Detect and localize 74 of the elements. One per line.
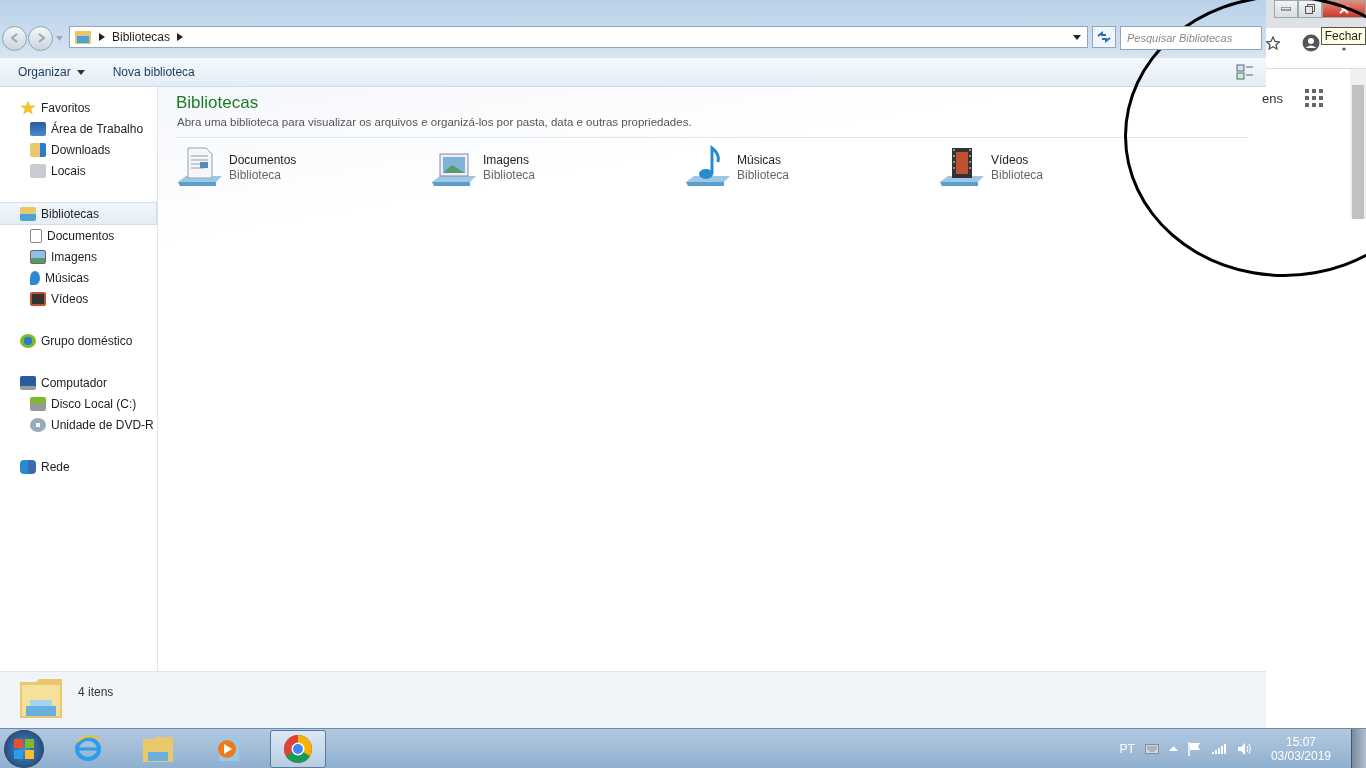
breadcrumb-arrow-icon[interactable]	[99, 33, 105, 41]
nav-item[interactable]: Vídeos	[0, 288, 157, 309]
restore-button[interactable]	[1298, 0, 1322, 18]
refresh-button[interactable]	[1092, 26, 1116, 48]
back-button[interactable]	[2, 25, 27, 51]
show-desktop-button[interactable]	[1351, 729, 1366, 768]
organize-menu-button[interactable]: Organizar	[8, 62, 95, 82]
nav-item[interactable]: Favoritos	[0, 97, 157, 118]
new-library-button[interactable]: Nova biblioteca	[102, 62, 205, 82]
library-item[interactable]: Documentos Biblioteca	[176, 144, 430, 192]
library-type: Biblioteca	[991, 168, 1044, 182]
library-name: Imagens	[483, 153, 531, 167]
bookmark-star-icon[interactable]	[1266, 36, 1280, 50]
video-icon	[30, 291, 46, 306]
library-name: Vídeos	[991, 153, 1030, 167]
flag-icon[interactable]	[1187, 741, 1202, 756]
nav-item[interactable]: Computador	[0, 372, 157, 393]
nav-item[interactable]: Documentos	[0, 225, 157, 246]
page-title: Bibliotecas	[176, 93, 260, 113]
show-hidden-icons-arrow-icon[interactable]	[1168, 746, 1178, 751]
library-type: Biblioteca	[483, 168, 536, 182]
signal-bars-icon[interactable]	[1211, 742, 1227, 755]
nav-item[interactable]: Unidade de DVD-R	[0, 414, 157, 435]
nav-item[interactable]: Rede	[0, 456, 157, 477]
nav-item[interactable]: Músicas	[0, 267, 157, 288]
chrome-logo-icon[interactable]	[283, 733, 313, 764]
close-tooltip: Fechar	[1320, 27, 1366, 45]
play-icon[interactable]	[215, 734, 241, 763]
caret-icon[interactable]	[76, 69, 85, 75]
chrome-app-button[interactable]	[270, 729, 326, 768]
nav-item[interactable]: Locais	[0, 160, 157, 181]
nav-item[interactable]: Downloads	[0, 139, 157, 160]
close-icon[interactable]	[1339, 4, 1349, 14]
refresh-icon[interactable]	[1097, 31, 1111, 43]
doc-icon	[30, 228, 42, 243]
account-icon[interactable]	[1302, 34, 1320, 52]
library-name: Músicas	[737, 153, 782, 167]
dvd-icon	[30, 417, 46, 432]
breadcrumb[interactable]: Bibliotecas	[112, 30, 171, 44]
breadcrumb-arrow-icon[interactable]	[177, 33, 184, 41]
img-icon	[30, 249, 46, 264]
view-options-icon[interactable]	[1236, 64, 1254, 80]
nav-item[interactable]: Bibliotecas	[0, 202, 157, 225]
page-text: ens	[1262, 90, 1283, 106]
homegroup-icon	[20, 333, 36, 348]
address-bar[interactable]: Bibliotecas	[69, 26, 1088, 48]
library-folder-icon	[18, 676, 64, 720]
speaker-icon[interactable]	[1236, 741, 1251, 756]
nav-item[interactable]: Disco Local (C:)	[0, 393, 157, 414]
page-description: Abra uma biblioteca para visualizar os arquivos e organizá-los por pasta, data e outras propriedades.	[176, 113, 1248, 138]
library-name: Documentos	[229, 153, 297, 167]
dropdown-caret-icon[interactable]	[1073, 34, 1081, 40]
apps-grid-icon[interactable]	[1304, 89, 1323, 107]
library-type: Biblioteca	[737, 168, 790, 182]
library-folder-icon	[74, 29, 92, 45]
computer-icon	[20, 375, 36, 390]
nav-item[interactable]: Grupo doméstico	[0, 330, 157, 351]
windows-flag-icon[interactable]	[13, 737, 35, 760]
library-type: Biblioteca	[229, 168, 283, 182]
restore-icon[interactable]	[1305, 4, 1315, 14]
library-item[interactable]: Músicas Biblioteca	[684, 144, 938, 192]
keyboard-icon[interactable]	[1144, 743, 1159, 754]
start-button[interactable]	[4, 729, 44, 768]
library-icon	[20, 206, 36, 221]
minimize-icon[interactable]	[1281, 7, 1291, 11]
library-item[interactable]: Imagens Biblioteca	[430, 144, 684, 192]
nav-item[interactable]: Área de Trabalho	[0, 118, 157, 139]
desktop-icon	[30, 121, 46, 136]
item-count: 4 itens	[78, 684, 114, 699]
scrollbar[interactable]	[1350, 69, 1366, 219]
search-field[interactable]: Pesquisar Bibliotecas	[1121, 27, 1261, 49]
nav-item[interactable]: Imagens	[0, 246, 157, 267]
forward-button[interactable]	[28, 25, 53, 51]
library-item[interactable]: Vídeos Biblioteca	[938, 144, 1192, 192]
